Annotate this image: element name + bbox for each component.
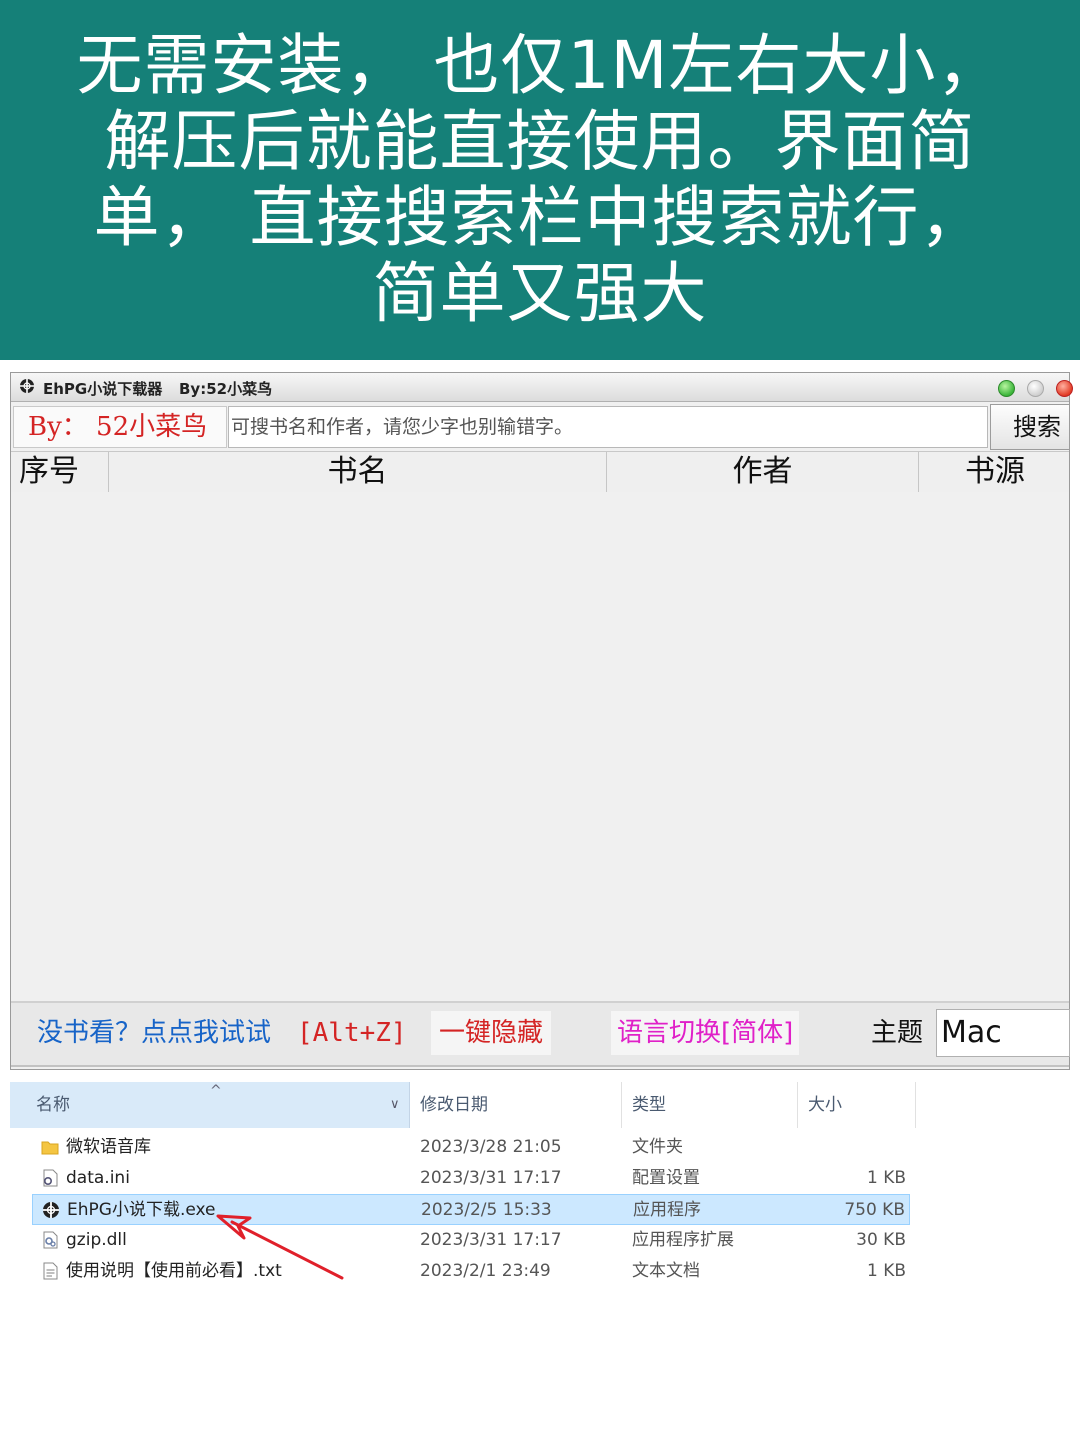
file-type: 文件夹 [632,1137,683,1157]
banner: 无需安装， 也仅1M左右大小， 解压后就能直接使用。界面简 单， 直接搜索栏中搜… [0,0,1080,360]
file-row[interactable]: 微软语音库 2023/3/28 21:05 文件夹 [32,1132,910,1163]
column-header-author[interactable]: 作者 [607,452,919,492]
title-bar[interactable]: EhPG小说下载器 By:52小菜鸟 [11,373,1073,402]
file-size: 1 KB [866,1261,906,1281]
search-toolbar: By： 52小菜鸟 可搜书名和作者，请您少字也别输错字。 搜索 [11,402,1070,450]
column-header-size[interactable]: 大小 [798,1082,916,1128]
chevron-down-icon[interactable]: ∨ [390,1082,400,1128]
file-name: EhPG小说下载.exe [67,1200,216,1220]
author-label: By： 52小菜鸟 [13,406,227,448]
random-book-link[interactable]: 没书看？点点我试试 [37,1011,271,1055]
banner-line: 单， 直接搜索栏中搜索就行， [93,179,987,256]
text-file-icon [43,1262,58,1280]
banner-line: 简单又强大 [372,255,708,332]
window-title: EhPG小说下载器 [43,380,163,398]
file-date: 2023/3/31 17:17 [420,1168,562,1188]
search-input[interactable]: 可搜书名和作者，请您少字也别输错字。 [228,406,988,448]
file-type: 配置设置 [632,1168,700,1188]
dll-file-icon [43,1231,58,1249]
column-header-name[interactable]: 名称 ^ ∨ [10,1082,410,1128]
file-name: gzip.dll [66,1230,127,1250]
window-title-author: By:52小菜鸟 [179,380,273,398]
file-row[interactable]: data.ini 2023/3/31 17:17 配置设置 1 KB [32,1163,910,1194]
results-list[interactable] [11,492,1069,1000]
settings-file-icon [43,1169,58,1187]
hotkey-label: [Alt+Z] [297,1018,407,1048]
file-row[interactable]: 使用说明【使用前必看】.txt 2023/2/1 23:49 文本文档 1 KB [32,1256,910,1287]
column-header-date[interactable]: 修改日期 [410,1082,622,1128]
banner-line: 无需安装， 也仅1M左右大小， [76,27,1004,104]
file-name: 微软语音库 [66,1137,151,1157]
file-explorer: 名称 ^ ∨ 修改日期 类型 大小 微软语音库 2023/3/28 21:05 … [10,1074,1070,1440]
file-date: 2023/2/5 15:33 [421,1200,552,1220]
annotation-arrow-icon [216,1214,344,1280]
search-button[interactable]: 搜索 [990,404,1070,450]
theme-label: 主题 [871,1018,924,1048]
file-size: 750 KB [844,1200,905,1220]
app-icon [20,379,34,393]
column-header-name-label: 名称 [36,1095,70,1115]
app-icon [43,1202,59,1218]
file-date: 2023/3/31 17:17 [420,1230,562,1250]
file-size: 30 KB [856,1230,906,1250]
file-date: 2023/2/1 23:49 [420,1261,551,1281]
folder-icon [41,1141,59,1155]
file-name: data.ini [66,1168,130,1188]
file-date: 2023/3/28 21:05 [420,1137,562,1157]
bottom-bar: 没书看？点点我试试 [Alt+Z] 一键隐藏 语言切换[简体] 主题 Mac [11,1001,1070,1067]
maximize-button[interactable] [998,380,1015,397]
theme-select[interactable]: Mac [936,1009,1070,1057]
banner-caption: 无需安装， 也仅1M左右大小， 解压后就能直接使用。界面简 单， 直接搜索栏中搜… [50,28,1030,332]
column-header-title[interactable]: 书名 [109,452,607,492]
minimize-button[interactable] [1027,380,1044,397]
app-window: EhPG小说下载器 By:52小菜鸟 By： 52小菜鸟 可搜书名和作者，请您少… [10,372,1073,1070]
file-type: 文本文档 [632,1261,700,1281]
file-size: 1 KB [866,1168,906,1188]
file-type: 应用程序 [633,1200,701,1220]
close-button[interactable] [1056,380,1073,397]
file-type: 应用程序扩展 [632,1230,734,1250]
sort-ascending-icon: ^ [210,1083,222,1099]
column-header-source[interactable]: 书源 [919,452,1071,492]
hide-window-button[interactable]: 一键隐藏 [431,1011,552,1055]
language-switch-button[interactable]: 语言切换[简体] [611,1011,800,1055]
banner-line: 解压后就能直接使用。界面简 [104,103,976,180]
results-header: 序号 书名 作者 书源 [11,451,1069,493]
file-row-selected[interactable]: EhPG小说下载.exe 2023/2/5 15:33 应用程序 750 KB [32,1194,910,1225]
file-row[interactable]: gzip.dll 2023/3/31 17:17 应用程序扩展 30 KB [32,1225,910,1256]
column-header-index[interactable]: 序号 [11,452,109,492]
column-header-type[interactable]: 类型 [622,1082,798,1128]
